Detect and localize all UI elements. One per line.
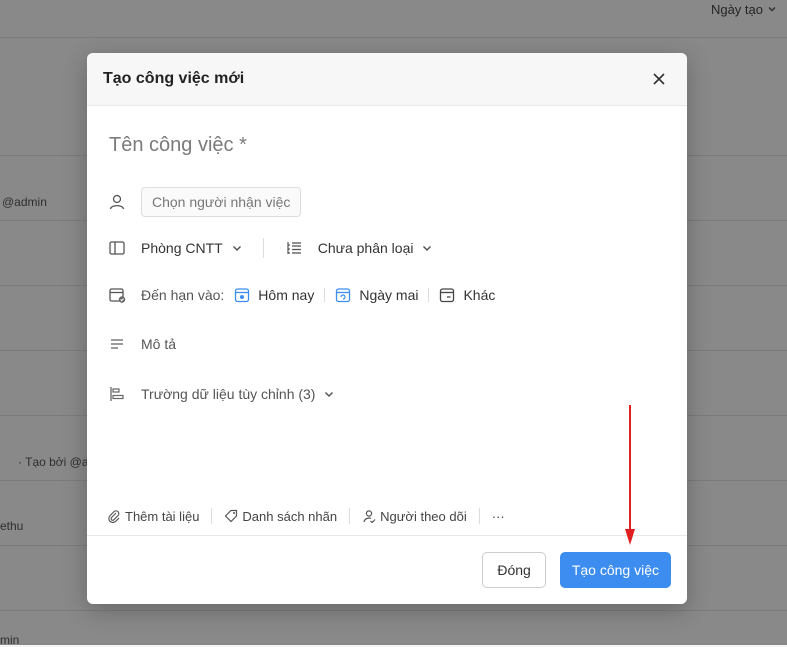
close-modal-button[interactable]: Đóng	[482, 552, 546, 588]
divider	[349, 508, 351, 524]
assignee-row: Chọn người nhận việc	[107, 187, 302, 217]
followers-label: Người theo dõi	[380, 508, 467, 524]
divider	[478, 508, 480, 524]
due-today-label: Hôm nay	[258, 287, 315, 303]
tags-button[interactable]: Danh sách nhãn	[224, 509, 337, 524]
create-task-modal: Tạo công việc mới Chọn người nhận việc P…	[87, 53, 687, 604]
due-date-row: Đến hạn vào: Hôm nay Ngày mai Khác	[107, 285, 495, 305]
list-tree-icon	[284, 238, 304, 258]
paperclip-icon	[108, 510, 120, 523]
description-row[interactable]: Mô tả	[107, 334, 176, 354]
divider	[324, 288, 326, 302]
category-dropdown[interactable]: Chưa phân loại	[318, 240, 434, 256]
department-value: Phòng CNTT	[141, 240, 223, 256]
followers-button[interactable]: Người theo dõi	[362, 509, 467, 524]
create-task-button[interactable]: Tạo công việc	[559, 552, 671, 588]
tag-icon	[225, 509, 238, 523]
due-date-label: Đến hạn vào:	[141, 287, 225, 303]
attach-button[interactable]: Thêm tài liệu	[107, 509, 199, 524]
user-follow-icon	[363, 510, 376, 523]
user-icon	[107, 192, 127, 212]
calendar-check-icon	[107, 285, 127, 305]
assignee-picker[interactable]: Chọn người nhận việc	[141, 187, 302, 217]
attach-label: Thêm tài liệu	[125, 508, 200, 524]
due-tomorrow-label: Ngày mai	[359, 287, 419, 303]
due-other-option[interactable]: Khác	[439, 287, 495, 303]
description-label: Mô tả	[141, 336, 177, 352]
due-tomorrow-option[interactable]: Ngày mai	[335, 287, 418, 303]
modal-footer: Đóng Tạo công việc	[87, 535, 687, 604]
custom-fields-row[interactable]: Trường dữ liệu tùy chỉnh (3)	[107, 384, 335, 404]
close-button[interactable]	[647, 67, 671, 91]
calendar-tomorrow-icon	[336, 288, 351, 303]
calendar-today-icon	[235, 288, 250, 303]
modal-toolbar: Thêm tài liệu Danh sách nhãn Người theo …	[107, 508, 505, 524]
annotation-arrow-icon	[625, 405, 635, 545]
custom-fields-label: Trường dữ liệu tùy chỉnh (3)	[141, 386, 316, 402]
divider	[262, 238, 264, 258]
tags-label: Danh sách nhãn	[242, 508, 338, 524]
department-category-row: Phòng CNTT Chưa phân loại	[107, 238, 433, 258]
chevron-down-icon	[325, 391, 334, 398]
close-icon	[653, 73, 665, 85]
chevron-down-icon	[423, 245, 432, 252]
chevron-down-icon	[232, 245, 241, 252]
task-name-input[interactable]	[107, 133, 651, 158]
text-lines-icon	[107, 334, 127, 354]
due-today-option[interactable]: Hôm nay	[234, 287, 314, 303]
calendar-icon	[440, 288, 455, 303]
divider	[428, 288, 430, 302]
modal-header: Tạo công việc mới	[87, 53, 687, 106]
category-value: Chưa phân loại	[317, 240, 414, 256]
more-button[interactable]: ···	[492, 509, 505, 524]
more-icon: ···	[491, 508, 505, 524]
sidebar-layout-icon	[107, 238, 127, 258]
divider	[211, 508, 213, 524]
modal-title: Tạo công việc mới	[103, 70, 245, 87]
department-dropdown[interactable]: Phòng CNTT	[141, 240, 243, 256]
custom-fields-icon	[107, 384, 127, 404]
due-other-label: Khác	[463, 287, 496, 303]
